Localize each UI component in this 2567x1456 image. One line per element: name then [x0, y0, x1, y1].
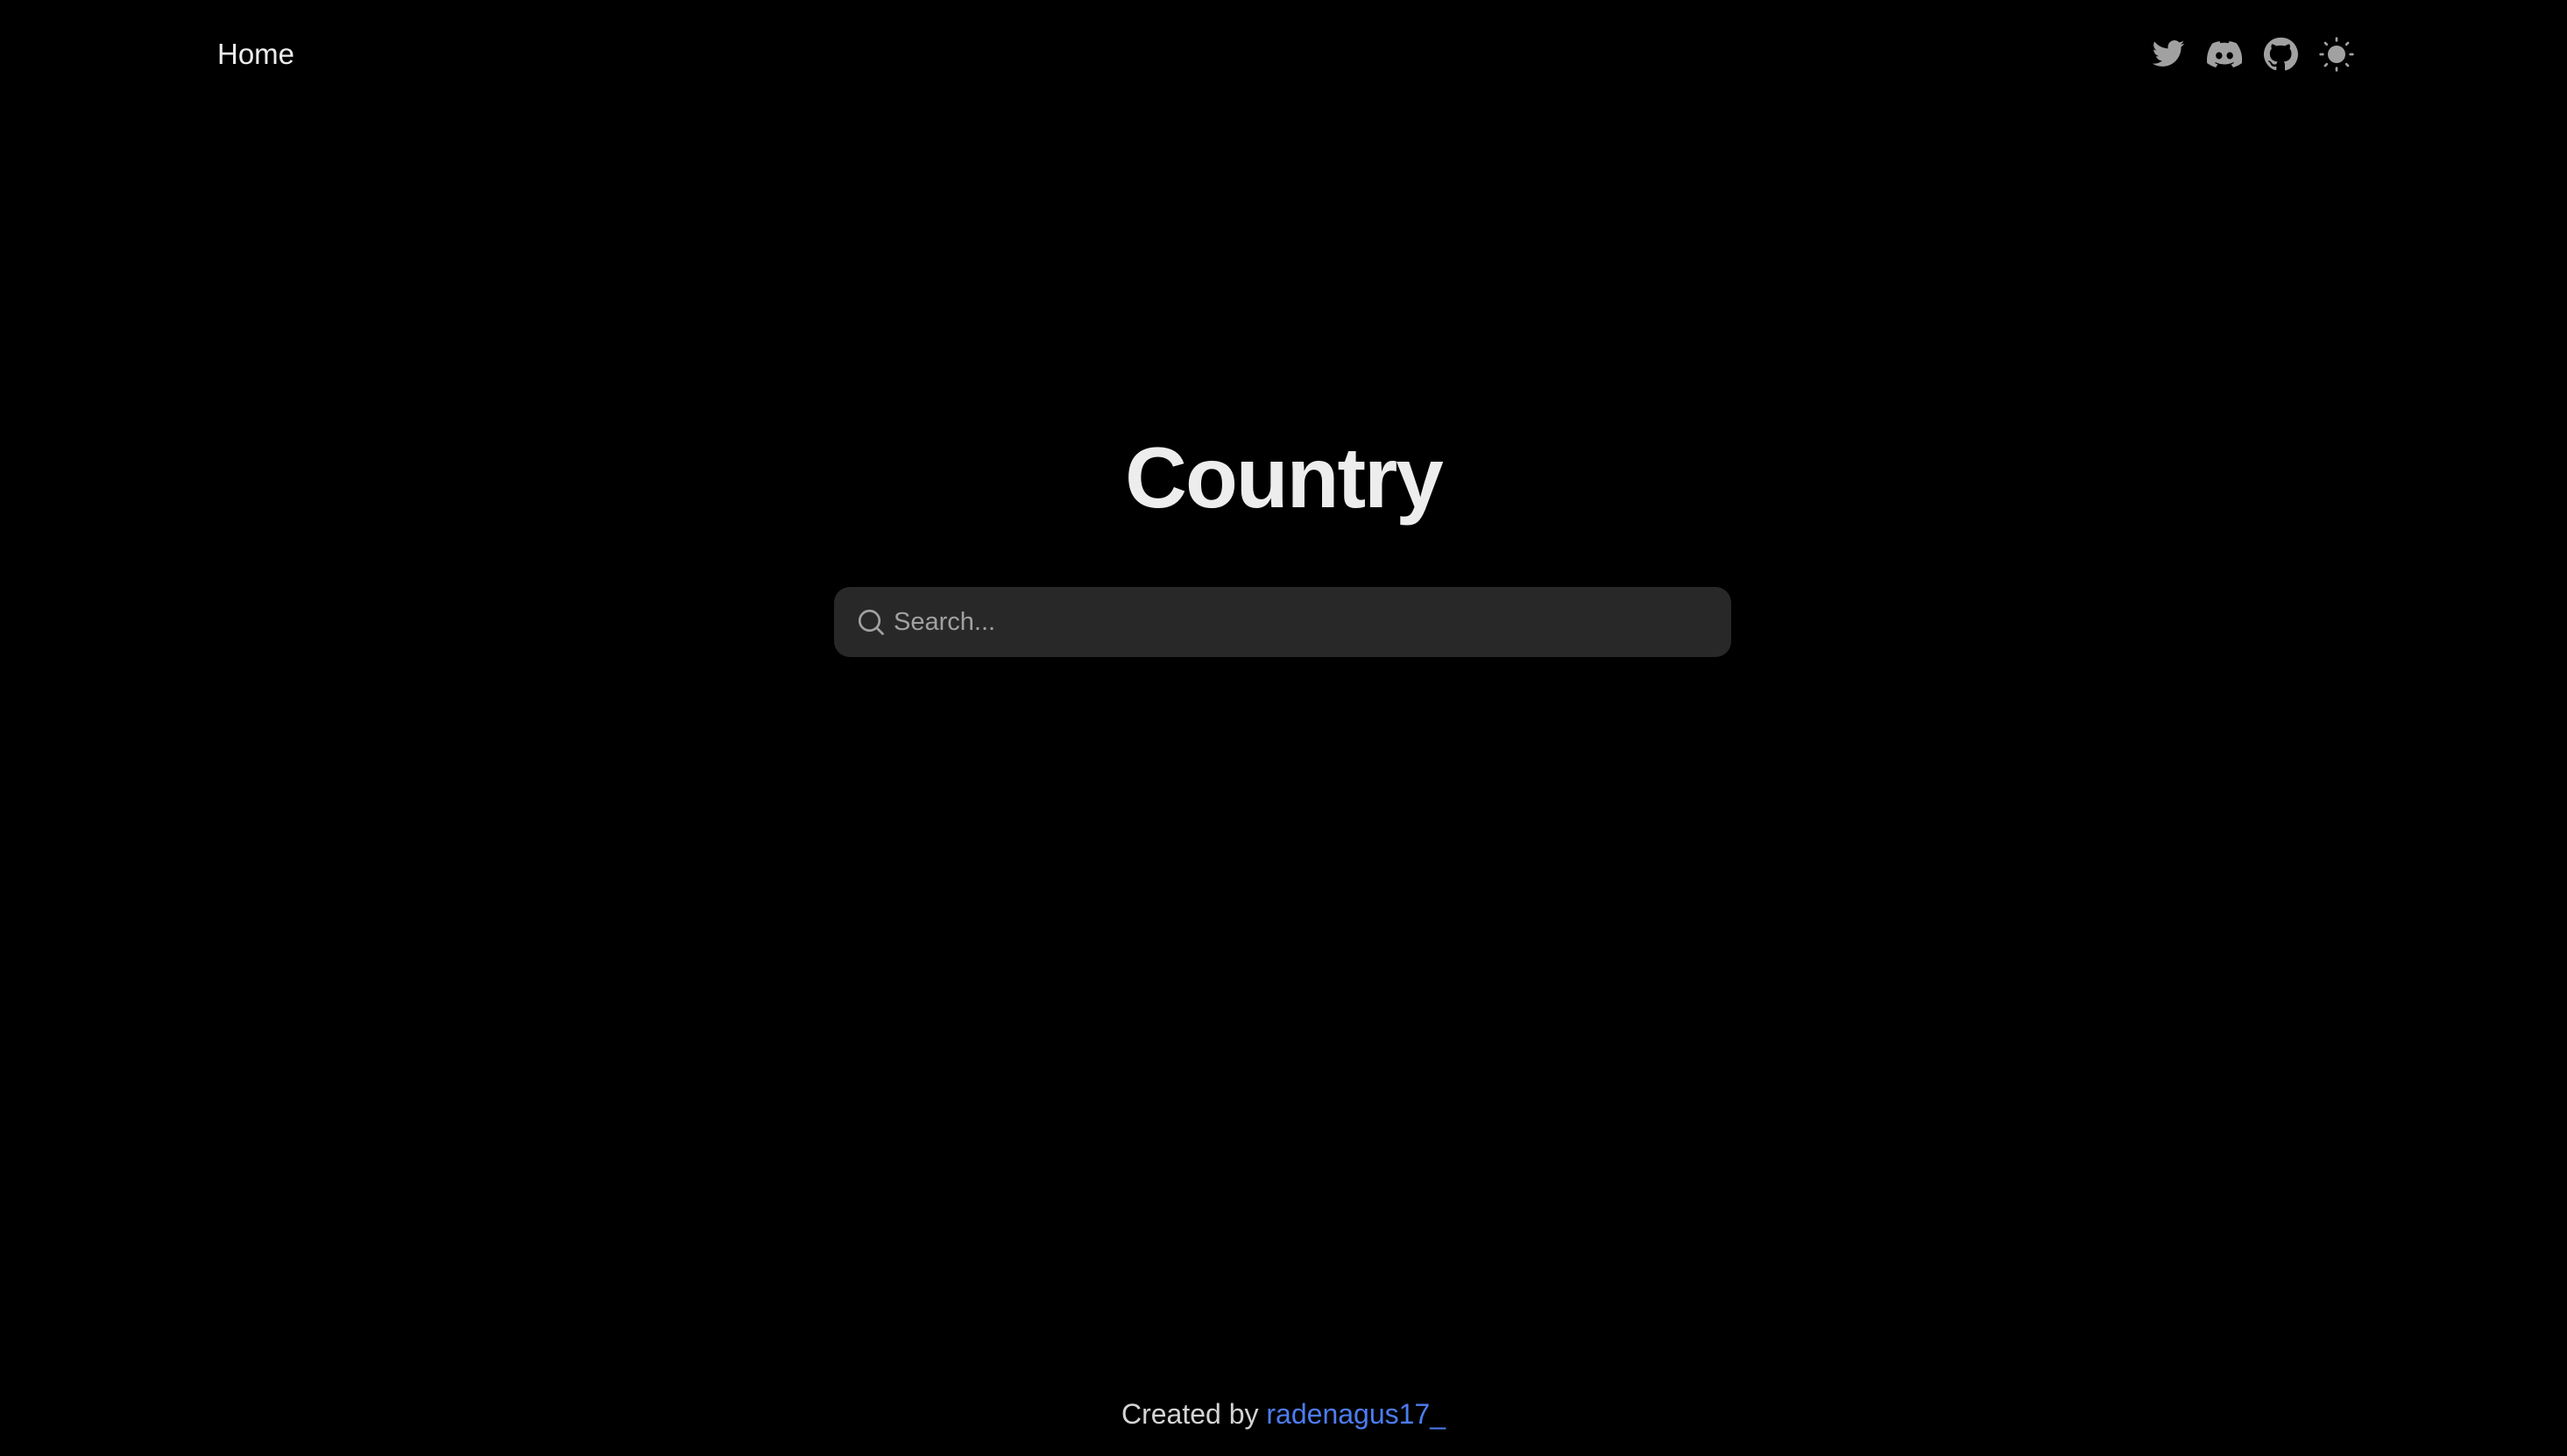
discord-button[interactable]	[2207, 37, 2242, 72]
home-link[interactable]: Home	[217, 35, 294, 74]
search-bar	[834, 587, 1731, 657]
theme-toggle-button[interactable]	[2319, 37, 2354, 72]
page: Home Country Search... Created by radena…	[0, 0, 2567, 1456]
twitter-icon	[2152, 40, 2185, 67]
author-link[interactable]: radenagus17_	[1266, 1398, 1446, 1430]
github-icon	[2263, 37, 2298, 71]
sun-icon	[2319, 37, 2354, 72]
search-input[interactable]	[894, 587, 1708, 657]
top-nav: Home	[0, 0, 2567, 109]
footer-credit-text: Created by	[1121, 1398, 1267, 1430]
footer: Created by radenagus17_	[0, 1395, 2567, 1433]
page-title: Country	[1125, 429, 1444, 526]
discord-icon	[2207, 41, 2242, 67]
social-icons	[2151, 35, 2354, 74]
search-icon	[858, 609, 884, 635]
twitter-button[interactable]	[2151, 37, 2186, 72]
github-button[interactable]	[2263, 37, 2298, 72]
